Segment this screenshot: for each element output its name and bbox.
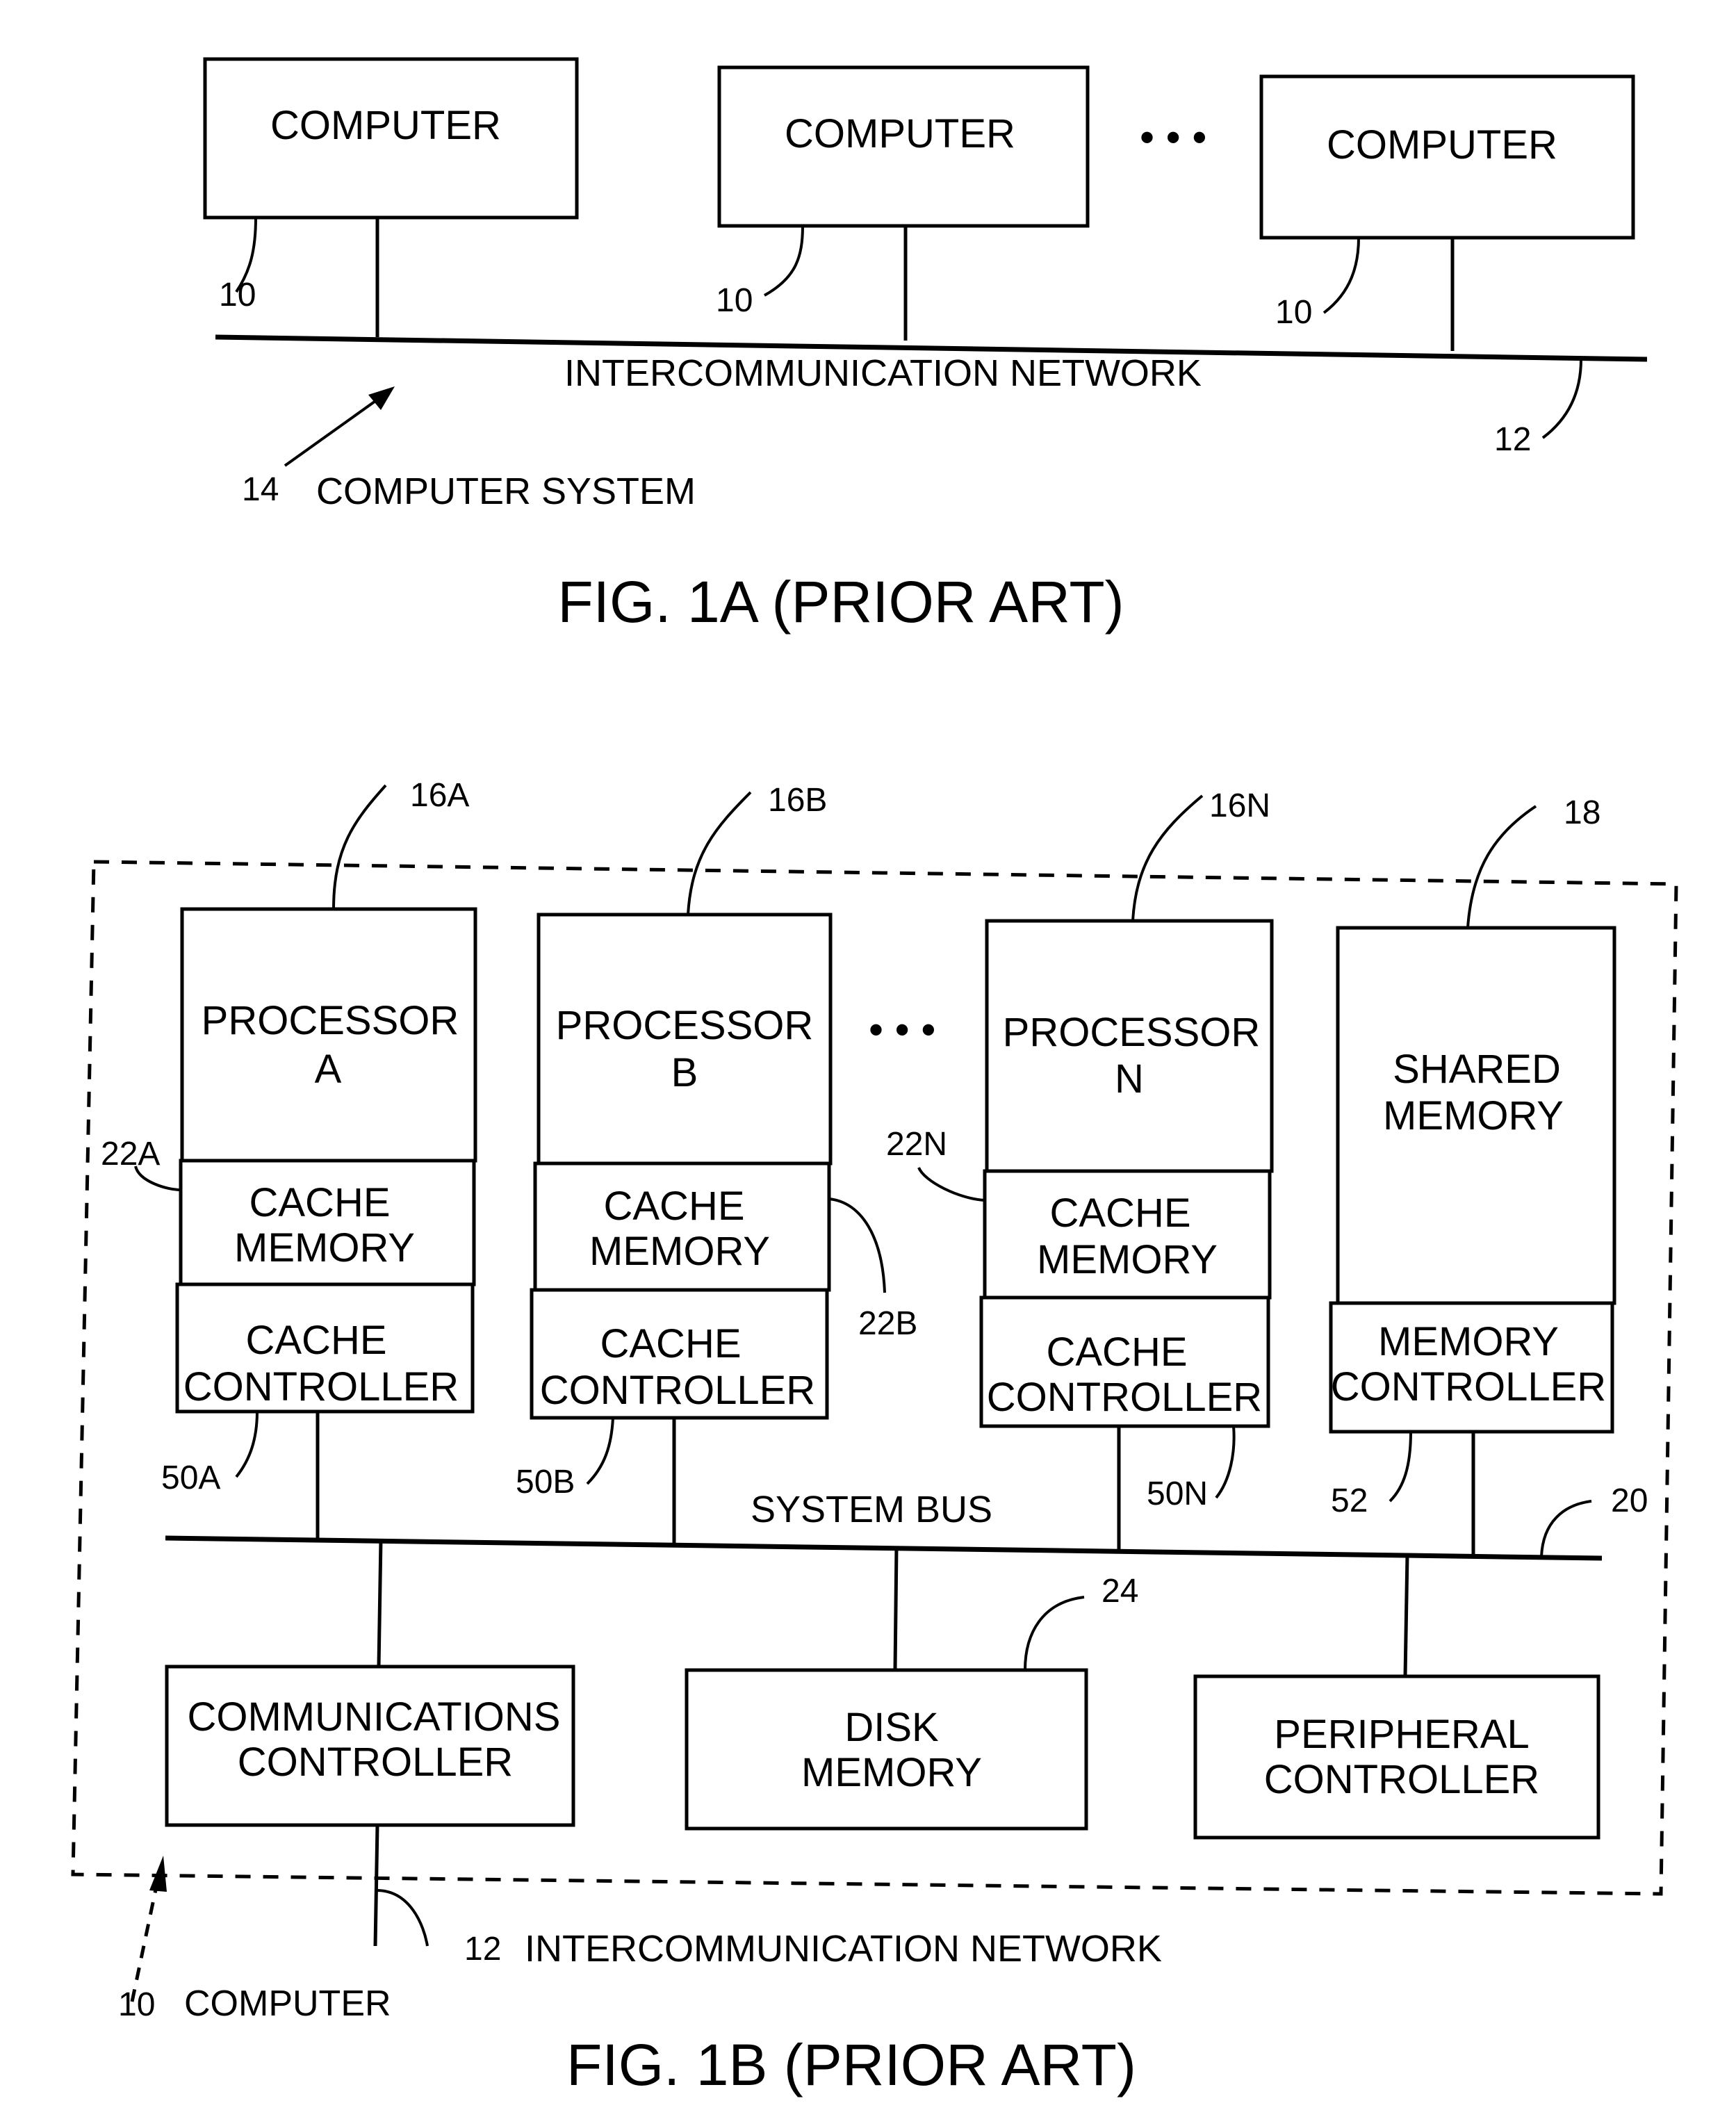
arrow-icon [284, 386, 395, 467]
computer-label: COMPUTER [184, 1984, 391, 2024]
shared-memory-label: MEMORY [1383, 1093, 1564, 1138]
computer-ref: 10 [118, 1986, 155, 2023]
ref-label: 16A [410, 777, 469, 814]
ref-label: 16B [768, 782, 827, 819]
system-ref: 14 [242, 471, 279, 508]
computer-box-3: COMPUTER 10 [1259, 74, 1635, 351]
computer-box-2: COMPUTER 10 [716, 65, 1090, 341]
processor-label: PROCESSOR [202, 998, 459, 1043]
cache-controller-label: CONTROLLER [183, 1364, 459, 1409]
cache-controller-label: CACHE [245, 1318, 386, 1363]
fig-1a: COMPUTER 10 COMPUTER 10 • • • COMPUTER 1… [203, 57, 1648, 635]
computer-label: COMPUTER [1327, 122, 1557, 167]
communications-controller-label: CONTROLLER [238, 1740, 513, 1785]
processor-b-stack: PROCESSOR B CACHE MEMORY CACHE CONTROLLE… [516, 782, 917, 1543]
computer-box-1: COMPUTER 10 [203, 57, 579, 337]
ref-label: 50A [161, 1459, 220, 1496]
ref-label: 22B [858, 1305, 917, 1342]
cache-memory-label: CACHE [249, 1180, 390, 1225]
system-bus-label: SYSTEM BUS [751, 1489, 992, 1530]
peripheral-controller-label: PERIPHERAL [1274, 1712, 1529, 1757]
cache-controller-label: CACHE [1046, 1330, 1187, 1375]
shared-memory-label: SHARED [1393, 1047, 1561, 1092]
ref-label: 18 [1564, 794, 1600, 831]
peripheral-controller-label: CONTROLLER [1264, 1757, 1539, 1802]
network-ref: 12 [464, 1931, 501, 1968]
processor-id: A [315, 1047, 342, 1092]
ellipsis: • • • [869, 1006, 935, 1053]
processor-id: B [671, 1050, 698, 1095]
computer-label: COMPUTER [785, 111, 1015, 156]
ref-label: 10 [1275, 294, 1312, 331]
disk-memory-label: MEMORY [801, 1750, 982, 1795]
arrow-icon [130, 1856, 167, 2002]
ellipsis: • • • [1140, 114, 1206, 161]
peripheral-controller-box: PERIPHERAL CONTROLLER [1193, 1674, 1600, 1840]
network-label: INTERCOMMUNICATION NETWORK [564, 352, 1202, 394]
shared-memory-stack: SHARED MEMORY MEMORY CONTROLLER 18 52 [1329, 794, 1616, 1557]
processor-id: N [1115, 1056, 1144, 1102]
cache-memory-label: MEMORY [234, 1225, 415, 1270]
cache-memory-label: CACHE [1049, 1191, 1190, 1236]
cache-controller-label: CACHE [600, 1321, 741, 1366]
cache-controller-label: CONTROLLER [987, 1375, 1262, 1420]
network-ref: 12 [1494, 421, 1531, 458]
cache-memory-label: MEMORY [589, 1229, 770, 1274]
cache-controller-label: CONTROLLER [540, 1368, 815, 1413]
fig-1b-caption: FIG. 1B (PRIOR ART) [566, 2032, 1136, 2098]
processor-label: PROCESSOR [556, 1003, 814, 1048]
system-bus-ref: 20 [1611, 1482, 1648, 1519]
ref-label: 52 [1331, 1482, 1368, 1519]
computer-label: COMPUTER [270, 103, 501, 148]
system-label: COMPUTER SYSTEM [316, 471, 696, 512]
ref-label: 10 [716, 282, 753, 319]
ref-label: 22A [101, 1136, 160, 1172]
fig-1b: PROCESSOR A CACHE MEMORY CACHE CONTROLLE… [71, 777, 1678, 2098]
ref-label: 24 [1102, 1573, 1138, 1610]
processor-a-stack: PROCESSOR A CACHE MEMORY CACHE CONTROLLE… [101, 777, 477, 1539]
cache-memory-label: CACHE [603, 1184, 744, 1229]
ref-label: 50N [1147, 1475, 1208, 1512]
processor-label: PROCESSOR [1003, 1010, 1261, 1055]
memory-controller-label: MEMORY [1378, 1319, 1559, 1364]
network-label: INTERCOMMUNICATION NETWORK [525, 1928, 1162, 1970]
ref-label: 22N [886, 1126, 947, 1163]
ref-label: 50B [516, 1464, 575, 1501]
communications-controller-box: COMMUNICATIONS CONTROLLER [165, 1665, 575, 1947]
cache-memory-label: MEMORY [1037, 1237, 1218, 1282]
communications-controller-label: COMMUNICATIONS [187, 1694, 560, 1740]
patent-figure: COMPUTER 10 COMPUTER 10 • • • COMPUTER 1… [71, 57, 1678, 2098]
ref-label: 16N [1209, 787, 1270, 824]
ref-label: 10 [219, 277, 256, 313]
fig-1a-caption: FIG. 1A (PRIOR ART) [557, 569, 1124, 635]
disk-memory-label: DISK [844, 1705, 939, 1750]
processor-n-stack: PROCESSOR N CACHE MEMORY CACHE CONTROLLE… [886, 787, 1274, 1550]
memory-controller-label: CONTROLLER [1331, 1364, 1606, 1409]
disk-memory-box: DISK MEMORY 24 [685, 1573, 1138, 1831]
